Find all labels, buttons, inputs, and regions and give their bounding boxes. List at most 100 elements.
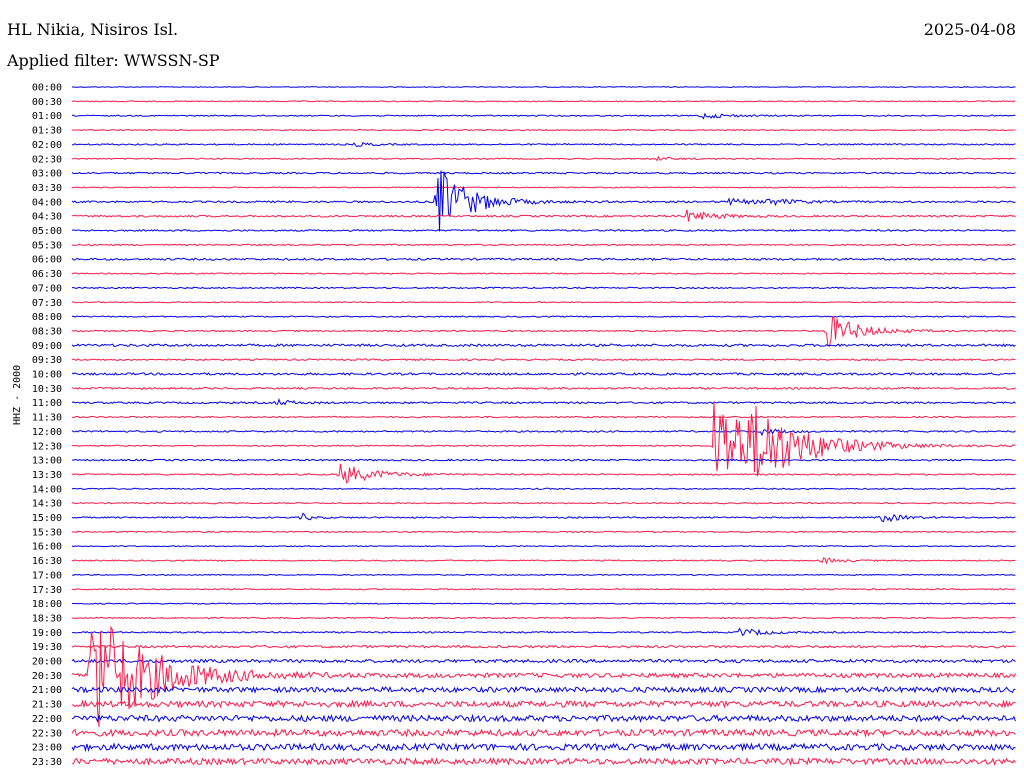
time-label: 00:30: [32, 97, 62, 108]
time-label: 23:30: [32, 757, 62, 768]
time-label: 09:00: [32, 341, 62, 352]
filter-label: Applied filter: WWSSN-SP: [7, 51, 220, 70]
trace-line: [71, 358, 1016, 362]
trace-line: [71, 386, 1016, 391]
trace-line: [71, 171, 1016, 175]
trace-line: [71, 616, 1016, 620]
trace-line: [71, 644, 1016, 649]
time-label: 03:00: [32, 169, 62, 180]
trace-line: [71, 243, 1016, 247]
time-label: 03:30: [32, 183, 62, 194]
time-label: 13:00: [32, 456, 62, 467]
time-label: 12:30: [32, 441, 62, 452]
trace-line: [71, 128, 1016, 132]
trace-line: [71, 658, 1016, 664]
time-label: 18:30: [32, 613, 62, 624]
trace-line: [71, 155, 1016, 162]
time-label: 10:30: [32, 384, 62, 395]
time-label: 16:00: [32, 542, 62, 553]
time-label: 21:00: [32, 685, 62, 696]
trace-line: [71, 557, 1016, 565]
time-label: 23:00: [32, 743, 62, 754]
seismogram-plot: 00:00 00:30 01:00 01:30 02:00 02:30 03:00 03:30…: [32, 83, 1016, 768]
trace-line: [71, 398, 1016, 406]
trace-line: [71, 401, 1016, 477]
time-label: 22:00: [32, 714, 62, 725]
time-label: 05:30: [32, 240, 62, 251]
trace-line: [71, 170, 1016, 232]
time-label: 17:00: [32, 570, 62, 581]
trace-group: [71, 86, 1016, 766]
trace-line: [71, 186, 1016, 189]
trace-line: [71, 602, 1016, 605]
trace-line: [71, 141, 1016, 148]
time-label: 04:00: [32, 197, 62, 208]
time-label: 09:30: [32, 355, 62, 366]
time-label: 02:30: [32, 154, 62, 165]
trace-line: [71, 272, 1016, 275]
trace-line: [71, 428, 1016, 437]
time-label: 12:00: [32, 427, 62, 438]
trace-line: [71, 588, 1016, 591]
trace-line: [71, 727, 1016, 738]
time-label: 00:00: [32, 83, 62, 94]
time-label: 13:30: [32, 470, 62, 481]
time-label: 21:30: [32, 700, 62, 711]
time-label: 15:30: [32, 527, 62, 538]
trace-line: [71, 713, 1016, 723]
time-label: 16:30: [32, 556, 62, 567]
channel-label: HHZ - 2000: [12, 364, 23, 425]
record-date: 2025-04-08: [923, 20, 1016, 39]
time-label: 02:00: [32, 140, 62, 151]
time-label: 08:30: [32, 326, 62, 337]
trace-line: [71, 257, 1016, 261]
trace-line: [71, 415, 1016, 419]
time-label: 06:00: [32, 255, 62, 266]
trace-line: [71, 343, 1016, 348]
trace-line: [71, 756, 1016, 766]
time-label: 18:00: [32, 599, 62, 610]
trace-line: [71, 512, 1016, 523]
trace-line: [71, 545, 1016, 548]
trace-line: [71, 463, 1016, 484]
time-label: 05:00: [32, 226, 62, 237]
trace-line: [71, 112, 1016, 120]
trace-line: [71, 316, 1016, 347]
time-label: 01:30: [32, 126, 62, 137]
time-label: 04:30: [32, 212, 62, 223]
time-label: 08:00: [32, 312, 62, 323]
trace-line: [71, 100, 1016, 103]
trace-line: [71, 625, 1016, 728]
time-label-group: 00:00 00:30 01:00 01:30 02:00 02:30 03:00 03:30…: [32, 83, 62, 768]
time-label: 10:00: [32, 370, 62, 381]
trace-line: [71, 86, 1016, 88]
trace-line: [71, 286, 1016, 290]
trace-line: [71, 573, 1016, 576]
time-label: 19:00: [32, 628, 62, 639]
trace-line: [71, 501, 1016, 505]
trace-line: [71, 209, 1016, 222]
time-label: 15:00: [32, 513, 62, 524]
time-label: 07:00: [32, 283, 62, 294]
time-label: 20:00: [32, 657, 62, 668]
time-label: 01:00: [32, 111, 62, 122]
trace-line: [71, 372, 1016, 376]
trace-line: [71, 458, 1016, 462]
trace-line: [71, 699, 1016, 709]
time-label: 19:30: [32, 642, 62, 653]
time-label: 11:30: [32, 413, 62, 424]
time-label: 14:30: [32, 499, 62, 510]
time-label: 06:30: [32, 269, 62, 280]
trace-line: [71, 315, 1016, 318]
time-label: 11:00: [32, 398, 62, 409]
time-label: 22:30: [32, 728, 62, 739]
time-label: 20:30: [32, 671, 62, 682]
trace-line: [71, 301, 1016, 304]
trace-line: [71, 487, 1016, 490]
trace-line: [71, 229, 1016, 232]
trace-line: [71, 742, 1016, 753]
time-label: 17:30: [32, 585, 62, 596]
station-title: HL Nikia, Nisiros Isl.: [7, 20, 179, 39]
time-label: 07:30: [32, 298, 62, 309]
trace-line: [71, 530, 1016, 534]
